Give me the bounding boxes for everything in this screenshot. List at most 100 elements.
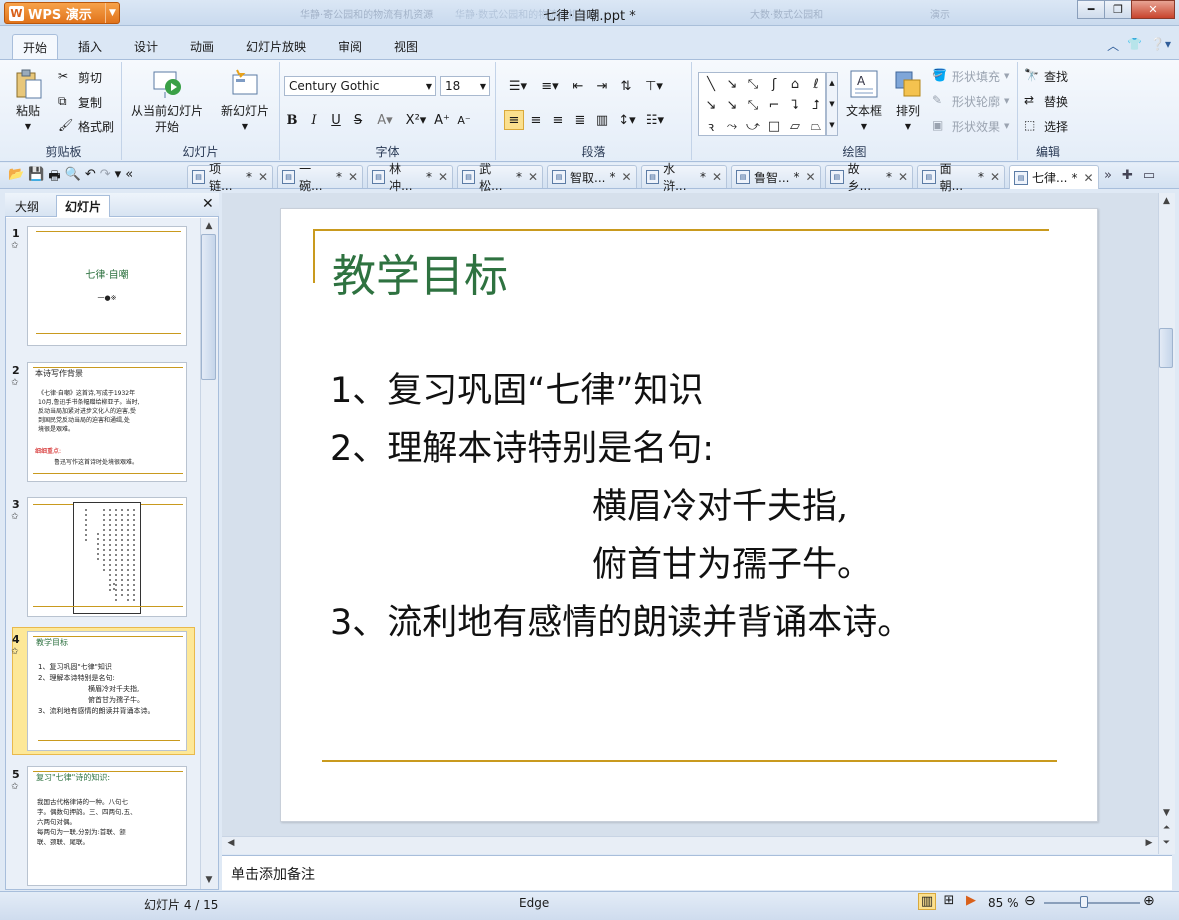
zoom-slider-thumb[interactable] (1080, 896, 1088, 908)
tab-animation[interactable]: 动画 (180, 35, 224, 57)
arrow-shape-icon[interactable]: ↘ (723, 96, 741, 114)
bold-icon[interactable]: B (282, 110, 302, 130)
open-folder-icon[interactable]: 📂 (8, 167, 24, 189)
italic-icon[interactable]: I (304, 110, 324, 130)
decrease-indent-icon[interactable]: ⇤ (568, 76, 588, 96)
gallery-scroll[interactable]: ▲ ▼ ▼ (826, 72, 838, 136)
help-icon[interactable]: ❔▾ (1150, 37, 1171, 54)
main-horizontal-scrollbar[interactable] (222, 836, 1158, 854)
notes-pane[interactable] (222, 855, 1172, 890)
trapezoid-shape-icon[interactable]: ⏢ (807, 117, 825, 135)
new-tab-icon[interactable]: ✚ (1122, 168, 1133, 183)
tab-home[interactable]: 开始 (12, 34, 59, 59)
grow-font-icon[interactable]: A⁺ (432, 110, 452, 130)
doc-tab[interactable]: ▤ 武松... * ✕ (457, 162, 543, 193)
scrollbar-thumb[interactable] (201, 234, 216, 380)
justify-icon[interactable]: ≣ (570, 110, 590, 130)
elbow-arrow-icon[interactable]: ⮧ (786, 96, 804, 114)
cut-button[interactable]: ✂ 剪切 (58, 66, 102, 88)
undo-icon[interactable]: ↶ (85, 167, 96, 189)
numbered-list-icon[interactable]: ≡▾ (536, 76, 564, 96)
minimize-icon[interactable]: ━ (1077, 0, 1105, 19)
scroll-up-icon[interactable]: ▲ (201, 221, 217, 231)
slide-body-line[interactable]: 3、流利地有感情的朗读并背诵本诗。 (330, 594, 912, 645)
doc-tab[interactable]: ▤ 项链... * ✕ (187, 162, 273, 193)
slide-body-line[interactable]: 横眉冷对千夫指, (592, 478, 848, 529)
close-icon[interactable]: ✕ (258, 170, 268, 184)
arrow-shape-icon[interactable]: ↘ (702, 96, 720, 114)
scrollbar-thumb[interactable] (1159, 328, 1173, 368)
shape-outline-button[interactable]: ✎ 形状轮廓 ▼ (932, 90, 1009, 112)
slide-body-line[interactable]: 1、复习巩固“七律”知识 (330, 362, 704, 413)
print-icon[interactable]: 🖶 (48, 167, 60, 189)
close-icon[interactable]: ✕ (805, 170, 815, 184)
tab-list-icon[interactable]: ▭ (1143, 168, 1155, 183)
doc-tab[interactable]: ▤ 一碗... * ✕ (277, 162, 363, 193)
curve-shape-icon[interactable]: ʃ (765, 75, 783, 93)
increase-indent-icon[interactable]: ⇥ (592, 76, 612, 96)
next-slide-icon[interactable]: ⏷ (1159, 838, 1174, 848)
paste-button[interactable]: 粘贴 ▼ (12, 68, 44, 135)
tab-insert[interactable]: 插入 (68, 35, 112, 57)
text-direction-icon[interactable]: ⇅ (616, 76, 636, 96)
rectangle-shape-icon[interactable]: □ (765, 117, 783, 135)
scroll-down-icon[interactable]: ▼ (1159, 808, 1174, 818)
close-icon[interactable]: ✕ (1131, 0, 1175, 19)
scroll-right-icon[interactable]: ▶ (1142, 838, 1156, 848)
strikethrough-icon[interactable]: S (348, 110, 368, 130)
slide-sorter-icon[interactable]: ⊞ (940, 893, 958, 910)
slide-body-line[interactable]: 俯首甘为孺子牛。 (592, 536, 872, 587)
main-vertical-scrollbar[interactable] (1158, 193, 1175, 854)
save-icon[interactable]: 💾 (28, 167, 44, 189)
curved-connector-icon[interactable]: ꝛ (702, 117, 720, 135)
zoom-slider-track[interactable] (1044, 902, 1140, 904)
double-arrow-shape-icon[interactable]: ⤡ (744, 96, 762, 114)
close-icon[interactable]: ✕ (348, 170, 358, 184)
tab-view[interactable]: 视图 (384, 35, 428, 57)
curved-double-arrow-icon[interactable]: ⤻ (744, 117, 762, 135)
slide-thumbnail-2[interactable]: 本诗写作背景 《七律·自嘲》这首诗,写成于1932年 10月,鲁迅手书条幅赠给柳… (27, 362, 187, 482)
distribute-icon[interactable]: ▥ (592, 110, 612, 130)
close-icon[interactable]: ✕ (712, 170, 722, 184)
maximize-icon[interactable]: ❐ (1104, 0, 1132, 19)
superscript-icon[interactable]: X²▾ (402, 110, 430, 130)
tab-scroll-right-icon[interactable]: » (1104, 168, 1112, 183)
chevron-up-icon[interactable]: ︿ (1107, 37, 1119, 54)
underline-icon[interactable]: U (326, 110, 346, 130)
scroll-left-icon[interactable]: ◀ (224, 838, 238, 848)
previous-slide-icon[interactable]: ⏶ (1159, 823, 1174, 833)
new-slide-button[interactable]: 新幻灯片 ▼ (216, 68, 274, 135)
doc-tab[interactable]: ▤ 林冲... * ✕ (367, 162, 453, 193)
slide-body-line[interactable]: 2、理解本诗特别是名句: (330, 420, 714, 471)
font-size-select[interactable]: 18 ▼ (440, 76, 490, 96)
scroll-down-icon[interactable]: ▼ (201, 875, 217, 885)
align-text-icon[interactable]: ⊤▾ (640, 76, 668, 96)
slide-title[interactable]: 教学目标 (332, 240, 508, 304)
notes-placeholder[interactable]: 单击添加备注 (231, 864, 315, 884)
customize-icon[interactable]: ▾ (115, 167, 122, 189)
textbox-button[interactable]: A 文本框 ▼ (842, 68, 886, 135)
scribble-shape-icon[interactable]: ℓ (807, 75, 825, 93)
slide-thumbnail-1[interactable]: 七律·自嘲 一●※ (27, 226, 187, 346)
line-shape-icon[interactable]: ╲ (702, 75, 720, 93)
redo-icon[interactable]: ↷ (100, 167, 111, 189)
doc-tab[interactable]: ▤ 鲁智... * ✕ (731, 165, 821, 188)
find-button[interactable]: 🔭 查找 (1024, 65, 1068, 87)
tab-slides[interactable]: 幻灯片 (56, 195, 111, 217)
shape-gallery[interactable]: ╲ ↘ ⤡ ʃ ⌂ ℓ ↘ ↘ ⤡ ⌐ ⮧ ⮥ ꝛ ⤳ ⤻ □ ▱ ⏢ (698, 72, 826, 136)
format-painter-button[interactable]: 🖌 格式刷 (58, 115, 114, 137)
doc-tab[interactable]: ▤ 智取... * ✕ (547, 165, 637, 188)
arrow-shape-icon[interactable]: ↘ (723, 75, 741, 93)
close-icon[interactable]: ✕ (621, 170, 631, 184)
doc-tab[interactable]: ▤ 面朝... * ✕ (917, 162, 1005, 193)
normal-view-icon[interactable]: ▥ (918, 893, 936, 910)
close-icon[interactable]: ✕ (990, 170, 1000, 184)
tab-slideshow[interactable]: 幻灯片放映 (236, 35, 316, 57)
bullet-list-icon[interactable]: ☰▾ (504, 76, 532, 96)
font-color-icon[interactable]: A▾ (370, 110, 400, 130)
close-icon[interactable]: ✕ (1083, 171, 1093, 185)
skin-shirt-icon[interactable]: 👕 (1127, 37, 1142, 54)
slide-thumbnail-5[interactable]: 复习"七律"诗的知识: 我国古代格律诗的一种。八句七 字。偶数句押韵。三、四两句… (27, 766, 187, 886)
close-icon[interactable]: ✕ (438, 170, 448, 184)
close-icon[interactable]: ✕ (202, 196, 214, 212)
